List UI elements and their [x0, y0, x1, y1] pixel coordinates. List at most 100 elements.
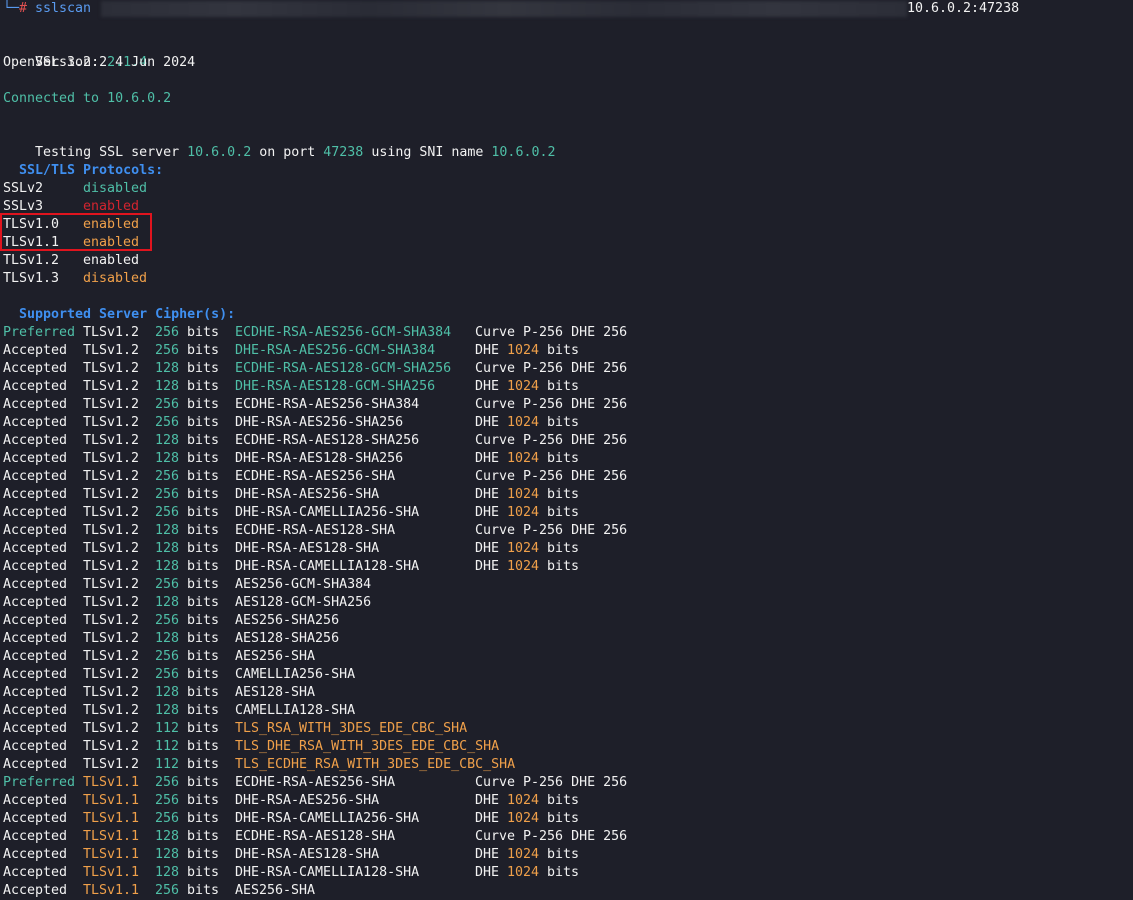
cipher-bits: 256	[155, 811, 180, 826]
cipher-kx-bits: 1024	[507, 559, 540, 574]
cipher-name: DHE-RSA-AES256-SHA256	[235, 415, 404, 430]
cipher-protocol: TLSv1.1	[83, 829, 140, 844]
cipher-bits-unit: bits	[187, 865, 220, 880]
cipher-bits: 128	[155, 595, 180, 610]
cipher-bits: 128	[155, 829, 180, 844]
cipher-status: Accepted	[3, 505, 68, 520]
cipher-kx-bits-unit: bits	[547, 487, 580, 502]
cipher-bits: 256	[155, 649, 180, 664]
cipher-bits-unit: bits	[187, 685, 220, 700]
cipher-kx-bits-unit: bits	[547, 811, 580, 826]
cipher-status: Accepted	[3, 847, 68, 862]
cipher-name: DHE-RSA-AES128-SHA	[235, 847, 380, 862]
cipher-name: ECDHE-RSA-AES128-GCM-SHA256	[235, 361, 452, 376]
cipher-protocol: TLSv1.1	[83, 883, 140, 898]
cipher-name: DHE-RSA-AES256-SHA	[235, 487, 380, 502]
testing-sni-value: 10.6.0.2	[491, 145, 556, 160]
cipher-kx-bits-unit: bits	[547, 559, 580, 574]
cipher-name: ECDHE-RSA-AES256-SHA	[235, 469, 396, 484]
cipher-key-exchange: DHE	[475, 865, 500, 880]
cipher-bits-unit: bits	[187, 325, 220, 340]
cipher-key-exchange: DHE	[475, 811, 500, 826]
cipher-key-exchange: Curve P-256 DHE 256	[475, 829, 628, 844]
cipher-status: Accepted	[3, 793, 68, 808]
cipher-bits-unit: bits	[187, 505, 220, 520]
cipher-status: Preferred	[3, 775, 76, 790]
cipher-bits: 128	[155, 541, 180, 556]
cipher-protocol: TLSv1.2	[83, 451, 140, 466]
cipher-bits-unit: bits	[187, 469, 220, 484]
testing-sni: using SNI name	[371, 145, 484, 160]
cipher-name: DHE-RSA-CAMELLIA128-SHA	[235, 559, 420, 574]
cipher-status: Accepted	[3, 397, 68, 412]
ciphers-heading: Supported Server Cipher(s):	[19, 307, 236, 322]
cipher-bits: 128	[155, 685, 180, 700]
cipher-protocol: TLSv1.2	[83, 559, 140, 574]
cipher-protocol: TLSv1.2	[83, 595, 140, 610]
cipher-status: Accepted	[3, 469, 68, 484]
cipher-bits-unit: bits	[187, 721, 220, 736]
cipher-name: ECDHE-RSA-AES256-SHA	[235, 775, 396, 790]
cipher-protocol: TLSv1.1	[83, 775, 140, 790]
prompt-hash: #	[19, 1, 28, 16]
cipher-name: DHE-RSA-AES256-SHA	[235, 793, 380, 808]
cipher-key-exchange: DHE	[475, 559, 500, 574]
cipher-kx-bits-unit: bits	[547, 451, 580, 466]
cipher-bits: 128	[155, 361, 180, 376]
cipher-bits-unit: bits	[187, 433, 220, 448]
connected-line: Connected to 10.6.0.2	[3, 91, 172, 106]
cipher-kx-bits-unit: bits	[547, 379, 580, 394]
cipher-name: AES256-SHA	[235, 883, 316, 898]
cipher-bits: 128	[155, 631, 180, 646]
cipher-status: Accepted	[3, 361, 68, 376]
cipher-bits-unit: bits	[187, 577, 220, 592]
cipher-kx-bits: 1024	[507, 541, 540, 556]
cipher-key-exchange: DHE	[475, 343, 500, 358]
cipher-bits: 256	[155, 397, 180, 412]
cipher-protocol: TLSv1.2	[83, 685, 140, 700]
cipher-kx-bits: 1024	[507, 865, 540, 880]
cipher-kx-bits-unit: bits	[547, 793, 580, 808]
cipher-name: ECDHE-RSA-AES256-SHA384	[235, 397, 420, 412]
cipher-status: Accepted	[3, 379, 68, 394]
cipher-status: Accepted	[3, 433, 68, 448]
cipher-status: Accepted	[3, 757, 68, 772]
cipher-name: AES128-SHA256	[235, 631, 340, 646]
cipher-protocol: TLSv1.2	[83, 757, 140, 772]
cipher-key-exchange: DHE	[475, 793, 500, 808]
cipher-protocol: TLSv1.2	[83, 649, 140, 664]
testing-prefix: Testing SSL server	[35, 145, 180, 160]
cipher-protocol: TLSv1.2	[83, 703, 140, 718]
cipher-name: AES256-SHA256	[235, 613, 340, 628]
cipher-kx-bits: 1024	[507, 793, 540, 808]
cipher-bits: 128	[155, 847, 180, 862]
cipher-protocol: TLSv1.2	[83, 487, 140, 502]
cipher-bits-unit: bits	[187, 883, 220, 898]
cipher-kx-bits: 1024	[507, 487, 540, 502]
cipher-bits: 112	[155, 757, 180, 772]
cipher-kx-bits-unit: bits	[547, 343, 580, 358]
protocol-name: SSLv2	[3, 181, 44, 196]
cipher-status: Accepted	[3, 541, 68, 556]
cipher-bits-unit: bits	[187, 361, 220, 376]
cipher-bits: 256	[155, 469, 180, 484]
cipher-bits-unit: bits	[187, 523, 220, 538]
cipher-status: Accepted	[3, 829, 68, 844]
cipher-bits: 128	[155, 451, 180, 466]
cipher-name: ECDHE-RSA-AES256-GCM-SHA384	[235, 325, 452, 340]
cipher-protocol: TLSv1.1	[83, 793, 140, 808]
cipher-name: CAMELLIA256-SHA	[235, 667, 356, 682]
cipher-bits-unit: bits	[187, 415, 220, 430]
command-line: └─ # sslscan 10.6.0.2:47238	[3, 0, 1019, 18]
cipher-bits: 256	[155, 775, 180, 790]
protocols-heading: SSL/TLS Protocols:	[19, 163, 164, 178]
cipher-status: Accepted	[3, 451, 68, 466]
cipher-bits-unit: bits	[187, 595, 220, 610]
cipher-key-exchange: DHE	[475, 487, 500, 502]
cipher-name: DHE-RSA-CAMELLIA128-SHA	[235, 865, 420, 880]
terminal-window[interactable]: └─ # sslscan 10.6.0.2:47238 Version: 2.1.4…	[0, 0, 1133, 899]
cipher-kx-bits: 1024	[507, 847, 540, 862]
cipher-protocol: TLSv1.2	[83, 577, 140, 592]
cipher-bits: 128	[155, 523, 180, 538]
cipher-protocol: TLSv1.2	[83, 721, 140, 736]
